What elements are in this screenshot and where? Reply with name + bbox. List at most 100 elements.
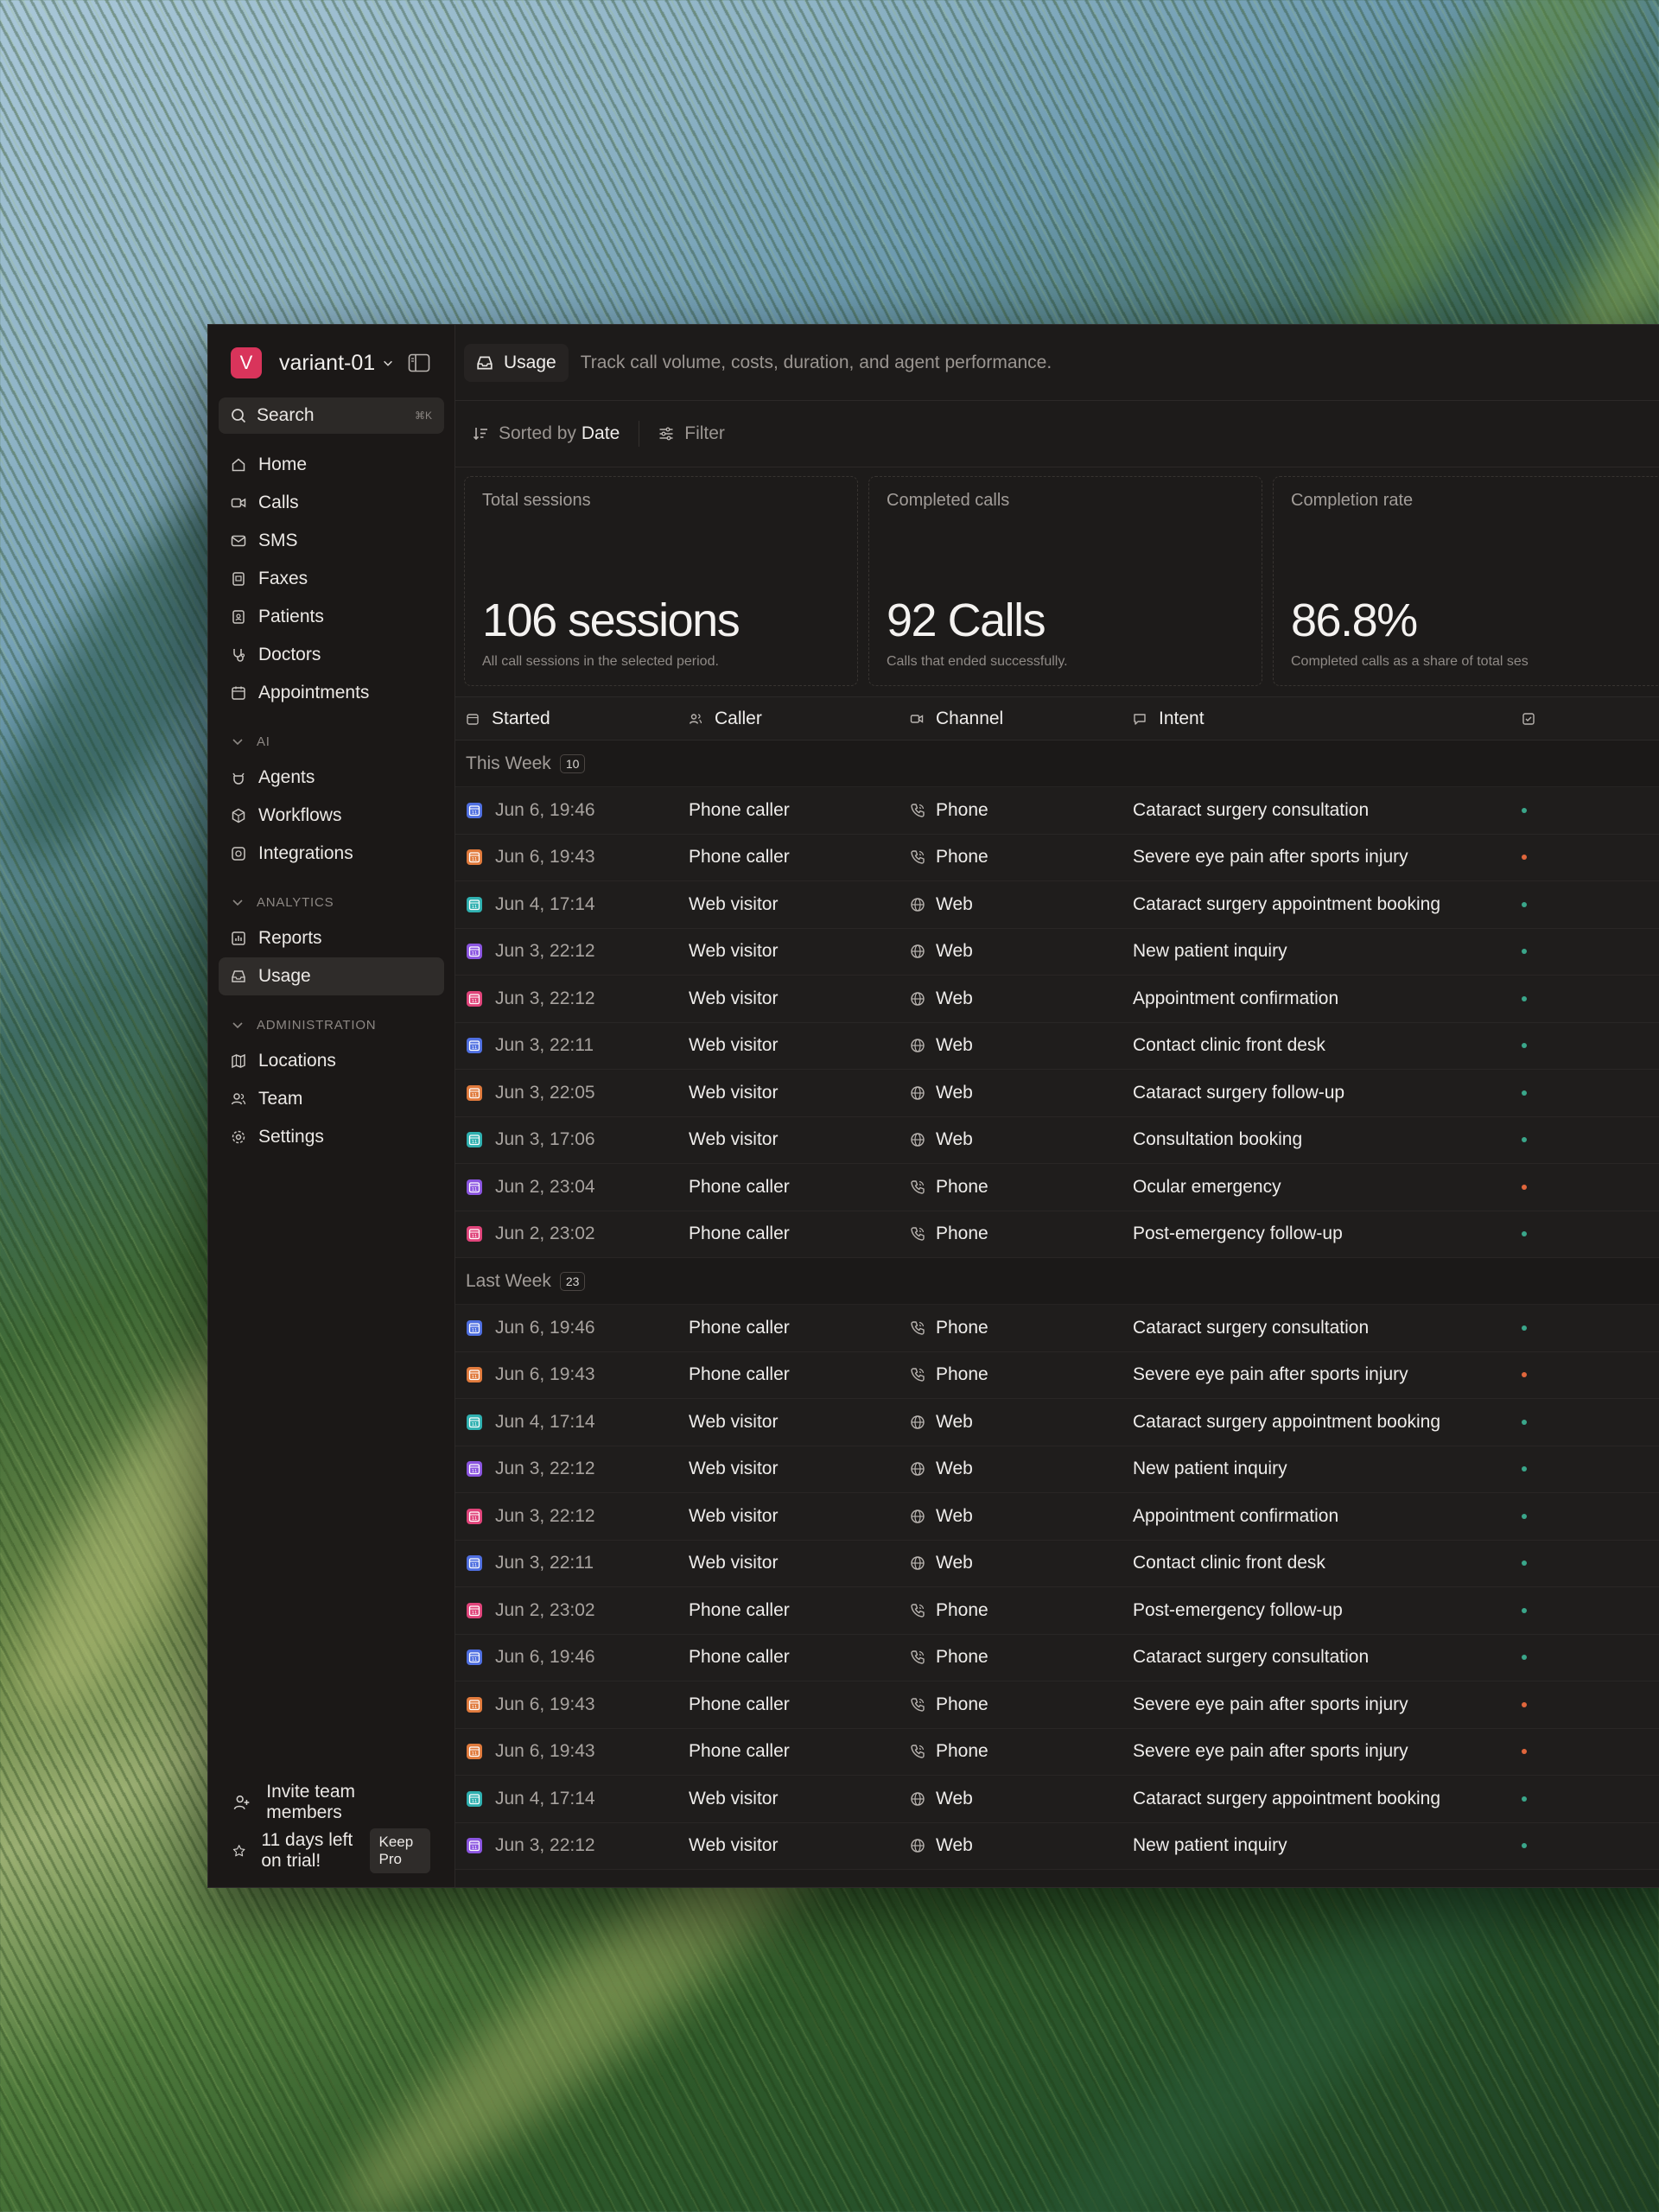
globe-icon xyxy=(911,1792,925,1806)
cell-channel: Phone xyxy=(901,1364,1124,1385)
sidebar-item-label: Doctors xyxy=(258,645,321,664)
stat-title: Completion rate xyxy=(1291,491,1414,510)
table-row[interactable]: 11 Jun 3, 22:12 Web visitor Web New patient … xyxy=(455,1822,1659,1870)
svg-text:11: 11 xyxy=(472,1234,477,1239)
status-dot xyxy=(1522,1043,1527,1049)
phone-icon xyxy=(911,1698,925,1712)
section-toggle-analytics[interactable]: ANALYTICS xyxy=(219,885,444,919)
svg-text:11: 11 xyxy=(472,905,477,910)
calendar-icon: 11 xyxy=(467,1555,482,1572)
section-toggle-administration[interactable]: ADMINISTRATION xyxy=(219,1007,444,1042)
cell-caller: Phone caller xyxy=(678,1600,901,1621)
table-row[interactable]: 11 Jun 2, 23:04 Phone caller Phone Ocular em… xyxy=(455,1164,1659,1211)
section-toggle-ai[interactable]: AI xyxy=(219,724,444,759)
svg-text:11: 11 xyxy=(472,1611,477,1616)
column-header-started[interactable]: Started xyxy=(455,709,678,729)
channel-value: Phone xyxy=(936,1176,988,1197)
table-row[interactable]: 11 Jun 4, 17:14 Web visitor Web Cataract sur… xyxy=(455,1776,1659,1823)
sidebar-item-label: Integrations xyxy=(258,843,353,863)
sidebar-item-settings[interactable]: Settings xyxy=(219,1118,444,1156)
calendar-icon: 11 xyxy=(467,1084,482,1101)
calendar-icon: 11 xyxy=(467,1367,482,1383)
sidebar-item-usage[interactable]: Usage xyxy=(219,957,444,995)
table-row[interactable]: 11 Jun 2, 23:02 Phone caller Phone Post-emer… xyxy=(455,1211,1659,1258)
sidebar-item-appointments[interactable]: Appointments xyxy=(219,674,444,712)
table-row[interactable]: 11 Jun 6, 19:43 Phone caller Phone Severe ey… xyxy=(455,834,1659,881)
cell-status xyxy=(1513,1090,1548,1096)
caller-value: Web visitor xyxy=(689,1082,779,1103)
filter-button[interactable]: Filter xyxy=(658,423,725,444)
sidebar-item-faxes[interactable]: Faxes xyxy=(219,560,444,598)
calendar-icon: 11 xyxy=(467,990,482,1007)
table-row[interactable]: 11 Jun 3, 22:11 Web visitor Web Contact clin… xyxy=(455,1022,1659,1070)
intent-value: Contact clinic front desk xyxy=(1133,1035,1325,1056)
group-header[interactable]: This Week 10 xyxy=(455,741,1659,787)
cell-started: 11 Jun 2, 23:02 xyxy=(455,1600,678,1621)
cell-intent: Cataract surgery consultation xyxy=(1124,1647,1513,1668)
sidebar-item-workflows[interactable]: Workflows xyxy=(219,797,444,835)
caller-value: Web visitor xyxy=(689,1835,779,1856)
search-input[interactable]: Search ⌘K xyxy=(219,397,444,434)
workspace-switcher[interactable]: V variant-01 xyxy=(219,340,444,385)
svg-text:11: 11 xyxy=(472,1469,477,1474)
column-header-status[interactable] xyxy=(1513,712,1548,726)
sidebar-item-sms[interactable]: SMS xyxy=(219,522,444,560)
cell-caller: Web visitor xyxy=(678,941,901,962)
table-row[interactable]: 11 Jun 6, 19:43 Phone caller Phone Severe ey… xyxy=(455,1351,1659,1399)
table-row[interactable]: 11 Jun 3, 22:12 Web visitor Web Appointment … xyxy=(455,976,1659,1023)
gear-icon xyxy=(232,1130,245,1144)
table-row[interactable]: 11 Jun 2, 23:02 Phone caller Phone Post-emer… xyxy=(455,1587,1659,1635)
cell-intent: Consultation booking xyxy=(1124,1129,1513,1150)
intent-value: Appointment confirmation xyxy=(1133,988,1339,1008)
group-count-badge: 23 xyxy=(559,1271,586,1291)
invite-team-button[interactable]: Invite team members xyxy=(219,1778,444,1827)
keep-pro-button[interactable]: Keep Pro xyxy=(370,1828,430,1873)
group-header[interactable]: Last Week 23 xyxy=(455,1258,1659,1305)
table-row[interactable]: 11 Jun 3, 22:12 Web visitor Web Appointment … xyxy=(455,1493,1659,1541)
column-header-caller[interactable]: Caller xyxy=(678,709,901,729)
section-title: AI xyxy=(257,734,270,749)
phone-icon xyxy=(911,1180,925,1194)
table-row[interactable]: 11 Jun 3, 22:12 Web visitor Web New patient … xyxy=(455,928,1659,976)
sidebar-item-agents[interactable]: Agents xyxy=(219,759,444,797)
svg-text:11: 11 xyxy=(472,1846,477,1851)
sidebar-item-doctors[interactable]: Doctors xyxy=(219,636,444,674)
caller-value: Web visitor xyxy=(689,1035,779,1056)
stat-subtitle: Calls that ended successfully. xyxy=(887,654,1068,669)
fax-icon xyxy=(232,572,245,586)
cell-intent: Severe eye pain after sports injury xyxy=(1124,1364,1513,1385)
sidebar-item-reports[interactable]: Reports xyxy=(219,919,444,957)
table-row[interactable]: 11 Jun 4, 17:14 Web visitor Web Cataract sur… xyxy=(455,1399,1659,1446)
sort-button[interactable]: Sorted by Date xyxy=(473,423,620,444)
table-row[interactable]: 11 Jun 6, 19:46 Phone caller Phone Cataract … xyxy=(455,787,1659,835)
calendar-icon: 11 xyxy=(467,896,482,912)
table-row[interactable]: 11 Jun 6, 19:43 Phone caller Phone Severe ey… xyxy=(455,1681,1659,1729)
stat-value: 106 sessions xyxy=(482,594,741,646)
table-row[interactable]: 11 Jun 6, 19:46 Phone caller Phone Cataract … xyxy=(455,1634,1659,1681)
cell-caller: Phone caller xyxy=(678,1224,901,1244)
status-dot xyxy=(1522,1090,1527,1096)
page-title-chip[interactable]: Usage xyxy=(464,343,569,382)
sidebar-item-label: Agents xyxy=(258,767,315,787)
cell-intent: Cataract surgery consultation xyxy=(1124,800,1513,821)
sidebar-item-calls[interactable]: Calls xyxy=(219,484,444,522)
sidebar-item-locations[interactable]: Locations xyxy=(219,1042,444,1080)
table-row[interactable]: 11 Jun 3, 22:12 Web visitor Web New patient … xyxy=(455,1446,1659,1493)
sidebar-item-home[interactable]: Home xyxy=(219,446,444,484)
sidebar-item-integrations[interactable]: Integrations xyxy=(219,835,444,873)
table-row[interactable]: 11 Jun 3, 17:06 Web visitor Web Consultation… xyxy=(455,1116,1659,1164)
column-header-intent[interactable]: Intent xyxy=(1124,709,1513,729)
cell-channel: Phone xyxy=(901,1177,1124,1198)
table-row[interactable]: 11 Jun 6, 19:46 Phone caller Phone Cataract … xyxy=(455,1305,1659,1352)
cell-started: 11 Jun 3, 22:12 xyxy=(455,1506,678,1527)
table-row[interactable]: 11 Jun 3, 22:05 Web visitor Web Cataract sur… xyxy=(455,1070,1659,1117)
sidebar-item-patients[interactable]: Patients xyxy=(219,598,444,636)
column-header-channel[interactable]: Channel xyxy=(901,709,1124,729)
cell-status xyxy=(1513,1043,1548,1049)
table-row[interactable]: 11 Jun 4, 17:14 Web visitor Web Cataract sur… xyxy=(455,881,1659,929)
sidebar-toggle-button[interactable] xyxy=(406,350,432,376)
table-row[interactable]: 11 Jun 6, 19:43 Phone caller Phone Severe ey… xyxy=(455,1728,1659,1776)
checkbox-icon xyxy=(1522,712,1535,725)
sidebar-item-team[interactable]: Team xyxy=(219,1080,444,1118)
table-row[interactable]: 11 Jun 3, 22:11 Web visitor Web Contact clin… xyxy=(455,1540,1659,1587)
